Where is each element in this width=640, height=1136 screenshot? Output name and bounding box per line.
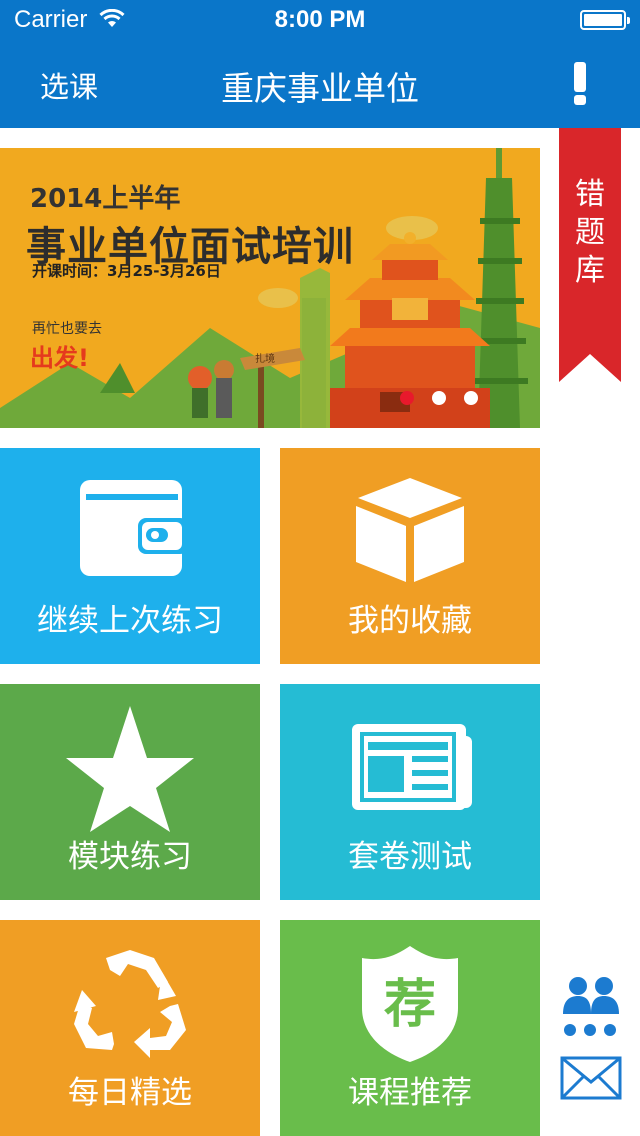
sign-text: 扎境 bbox=[255, 352, 275, 365]
continue-practice-tile[interactable]: 继续上次练习 bbox=[0, 448, 260, 664]
tile-label: 继续上次练习 bbox=[37, 603, 223, 639]
course-recommend-tile[interactable]: 荐 课程推荐 bbox=[280, 920, 540, 1136]
full-paper-test-tile[interactable]: 套卷测试 bbox=[280, 684, 540, 900]
promo-banner[interactable]: 扎境 2014上半年 事业单位面试培训 开课时间：3月25-3月26日 再忙也要… bbox=[0, 148, 540, 428]
wallet-icon bbox=[80, 480, 188, 576]
tile-label: 每日精选 bbox=[68, 1075, 192, 1111]
tile-label: 模块练习 bbox=[68, 839, 192, 875]
wrong-questions-ribbon[interactable]: 错 题 库 bbox=[559, 128, 621, 382]
banner-slogan-big: 出发! bbox=[30, 344, 89, 372]
recommend-badge-text: 荐 bbox=[383, 975, 436, 1035]
banner-schedule: 开课时间：3月25-3月26日 bbox=[32, 262, 221, 280]
banner-year: 2014上半年 bbox=[30, 184, 181, 214]
ribbon-char: 题 bbox=[575, 215, 605, 250]
status-bar: Carrier 8:00 PM bbox=[0, 0, 640, 40]
recycle-icon bbox=[74, 950, 186, 1058]
star-icon bbox=[66, 706, 194, 832]
exclamation-icon[interactable] bbox=[570, 62, 594, 106]
module-practice-tile[interactable]: 模块练习 bbox=[0, 684, 260, 900]
navigation-bar: Carrier 8:00 PM 选课 重庆事业单位 bbox=[0, 0, 640, 128]
mail-icon[interactable] bbox=[560, 1056, 622, 1100]
daily-selection-tile[interactable]: 每日精选 bbox=[0, 920, 260, 1136]
page-dot[interactable] bbox=[464, 391, 478, 405]
banner-slogan-small: 再忙也要去 bbox=[32, 321, 102, 337]
tile-label: 套卷测试 bbox=[348, 839, 472, 875]
page-title: 重庆事业单位 bbox=[221, 69, 419, 108]
page-dot[interactable] bbox=[400, 391, 414, 405]
users-icon[interactable] bbox=[560, 976, 622, 1038]
page-dot[interactable] bbox=[432, 391, 446, 405]
newspaper-icon bbox=[352, 724, 472, 810]
my-favorites-tile[interactable]: 我的收藏 bbox=[280, 448, 540, 664]
tile-label: 课程推荐 bbox=[348, 1075, 472, 1111]
tile-label: 我的收藏 bbox=[348, 603, 472, 639]
clock-label: 8:00 PM bbox=[274, 6, 366, 33]
page-indicator[interactable] bbox=[400, 390, 496, 409]
ribbon-char: 错 bbox=[575, 177, 605, 212]
ribbon-char: 库 bbox=[575, 253, 605, 288]
battery-icon bbox=[580, 10, 630, 30]
box-icon bbox=[356, 478, 464, 582]
